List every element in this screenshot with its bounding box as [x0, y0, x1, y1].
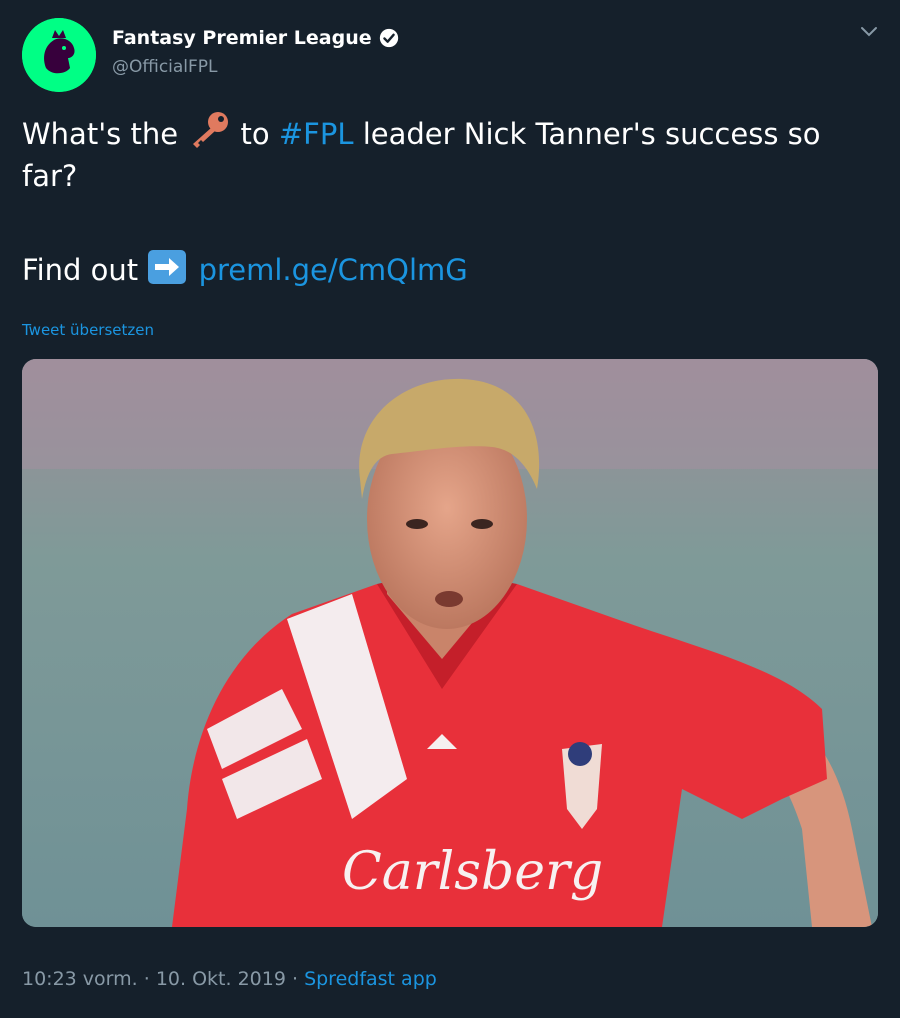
meta-separator: · [137, 968, 156, 990]
football-player-photo: Carlsberg [22, 359, 878, 927]
meta-separator: · [285, 968, 305, 990]
tweet-card: Fantasy Premier League @OfficialFPL What… [0, 0, 900, 1018]
account-name-text[interactable]: Fantasy Premier League [112, 27, 372, 49]
translate-tweet-link[interactable]: Tweet übersetzen [22, 321, 154, 339]
account-handle[interactable]: @OfficialFPL [112, 57, 218, 77]
tweet-text-part: What's the [22, 117, 188, 151]
findout-text: Find out [22, 253, 148, 287]
tweet-media-image[interactable]: Carlsberg [22, 359, 878, 927]
verified-badge-icon [379, 28, 398, 48]
tweet-text-part: to [231, 117, 279, 151]
avatar[interactable] [22, 18, 96, 92]
tweet-paragraph-1: What's the to #FPL leader Nick Tanner's … [22, 110, 872, 197]
chevron-down-icon[interactable] [860, 26, 878, 38]
hashtag-link[interactable]: #FPL [279, 117, 354, 151]
tweet-link[interactable]: preml.ge/CmQlmG [199, 253, 468, 287]
tweet-meta: 10:23 vorm. · 10. Okt. 2019 · Spredfast … [22, 968, 437, 990]
premier-league-lion-icon [22, 18, 96, 92]
shirt-sponsor-text: Carlsberg [342, 842, 603, 902]
account-name[interactable]: Fantasy Premier League [112, 27, 400, 49]
tweet-date[interactable]: 10. Okt. 2019 [156, 968, 286, 990]
right-arrow-icon [148, 250, 187, 284]
tweet-time[interactable]: 10:23 vorm. [22, 968, 138, 990]
tweet-source-link[interactable]: Spredfast app [304, 968, 437, 990]
tweet-text: What's the to #FPL leader Nick Tanner's … [22, 110, 872, 343]
key-icon [193, 112, 229, 148]
tweet-paragraph-2: Find out preml.ge/CmQlmG [22, 249, 872, 291]
